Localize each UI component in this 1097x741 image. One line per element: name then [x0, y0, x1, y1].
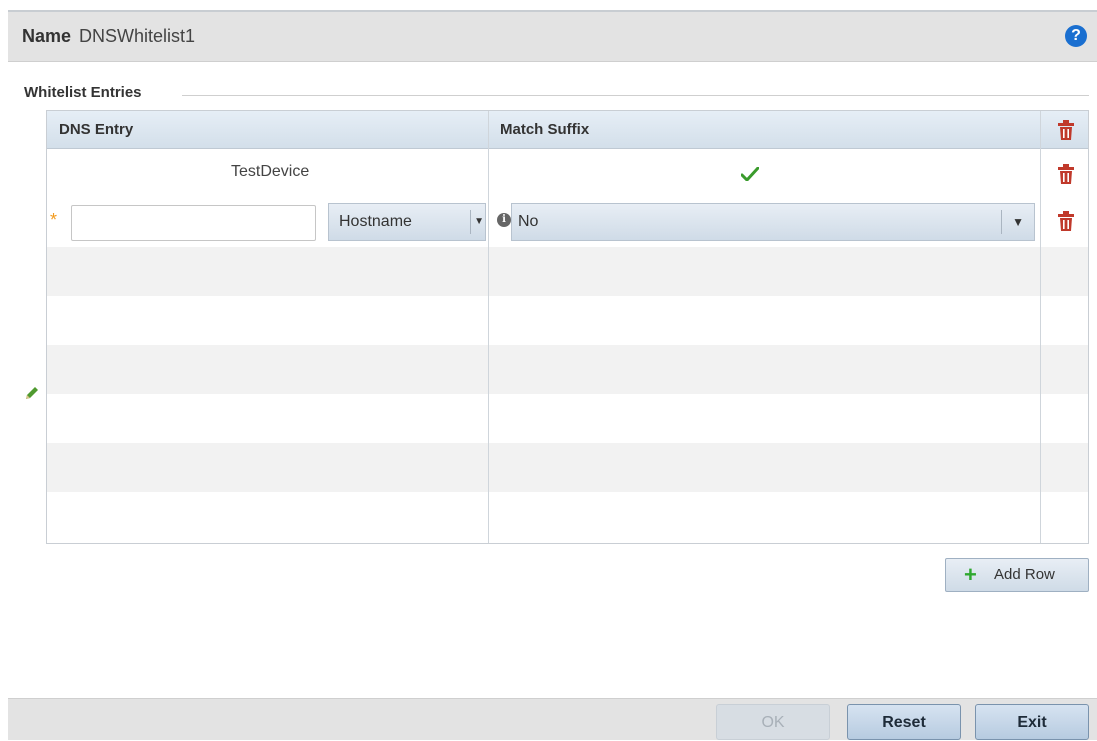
table-row	[47, 492, 1088, 541]
name-header: Name DNSWhitelist1 ?	[8, 10, 1097, 62]
ok-button[interactable]: OK	[716, 704, 830, 740]
required-marker: *	[50, 210, 58, 230]
delete-all-icon[interactable]	[1058, 120, 1074, 140]
delete-row-icon[interactable]	[1058, 211, 1074, 231]
table-row	[47, 296, 1088, 345]
dns-entry-cell: TestDevice	[231, 163, 310, 180]
select-divider	[470, 210, 471, 234]
column-divider	[488, 111, 489, 543]
table-row	[47, 247, 1088, 296]
delete-row-icon[interactable]	[1058, 164, 1074, 184]
table-row	[47, 443, 1088, 492]
section-title: Whitelist Entries	[24, 84, 142, 101]
reset-button[interactable]: Reset	[847, 704, 961, 740]
info-icon: i	[497, 213, 511, 227]
name-label: Name	[22, 26, 72, 46]
column-divider	[1040, 111, 1041, 543]
column-header-match-suffix[interactable]: Match Suffix	[488, 111, 589, 149]
column-header-dns-entry[interactable]: DNS Entry	[47, 111, 133, 149]
section-divider	[182, 95, 1089, 96]
add-row-button[interactable]: + Add Row	[945, 558, 1089, 592]
dns-entry-type-select[interactable]: Hostname ▼	[328, 203, 486, 241]
plus-icon: +	[964, 562, 977, 587]
match-suffix-value: No	[518, 213, 539, 230]
name-value: DNSWhitelist1	[79, 26, 196, 46]
help-icon[interactable]: ?	[1065, 25, 1087, 47]
match-suffix-select[interactable]: No ▼	[511, 203, 1035, 241]
table-row	[47, 345, 1088, 394]
dns-entry-type-value: Hostname	[339, 213, 412, 230]
chevron-down-icon[interactable]: ▼	[1012, 204, 1024, 240]
check-icon	[741, 167, 759, 181]
table-row	[47, 394, 1088, 443]
exit-button[interactable]: Exit	[975, 704, 1089, 740]
add-row-label: Add Row	[994, 566, 1055, 583]
select-divider	[1001, 210, 1002, 234]
chevron-down-icon[interactable]: ▼	[474, 204, 484, 240]
table-header: DNS Entry Match Suffix	[47, 111, 1088, 149]
table-row	[47, 149, 1088, 198]
dns-entry-input[interactable]	[71, 205, 316, 241]
pencil-icon	[26, 387, 38, 399]
whitelist-table: DNS Entry Match Suffix TestDevice	[46, 110, 1089, 544]
